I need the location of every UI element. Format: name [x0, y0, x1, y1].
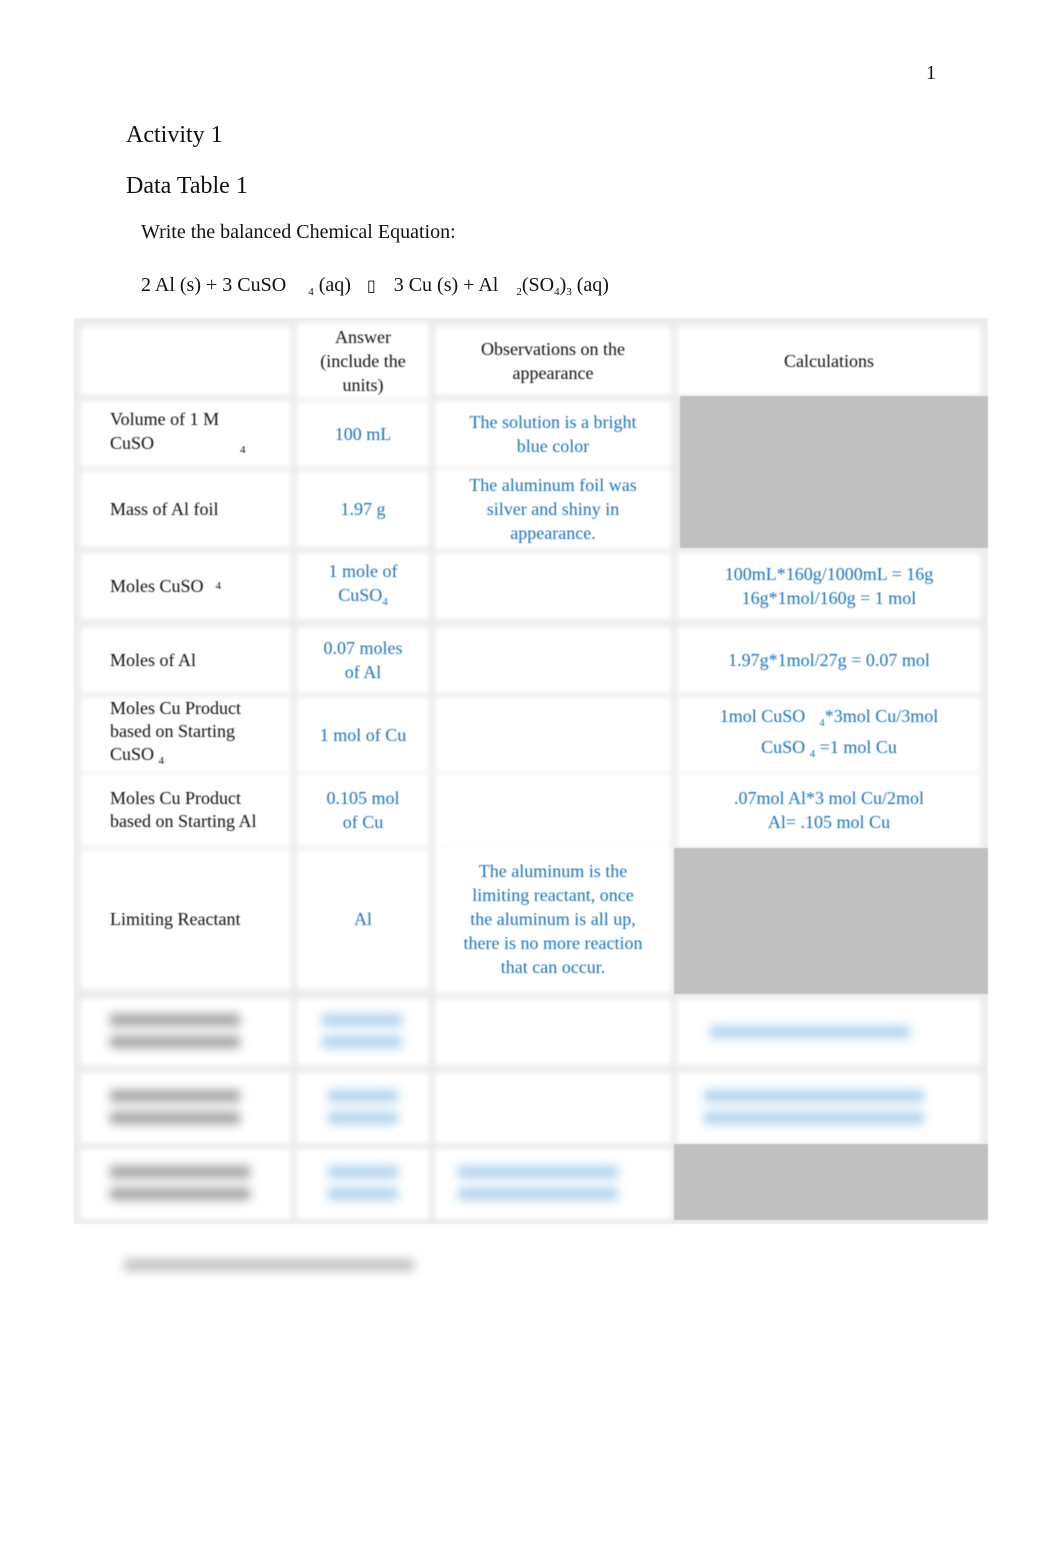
observation-cell: The aluminum foil was silver and shiny i…	[438, 472, 668, 546]
answer-cell: 1 mole of CuSO4	[300, 556, 426, 616]
blurred-calculation	[680, 1076, 978, 1140]
calculation-cell-shaded	[674, 848, 988, 994]
observation-cell-empty	[438, 700, 668, 770]
header-calculations: Calculations	[680, 330, 978, 392]
row-label: Limiting Reactant	[84, 852, 288, 986]
subscript: 4	[215, 580, 222, 592]
blurred-row-label	[84, 1152, 288, 1216]
row-label-text: Volume of 1 M CuSO 4	[110, 407, 246, 462]
row-label: Mass of Al foil	[84, 474, 288, 544]
calculation-cell: 1mol CuSO 4*3mol Cu/3mol CuSO 4 =1 mol Cu	[680, 700, 978, 770]
chemical-equation: 2 Al (s) + 3 CuSO 4 (aq) ▯ 3 Cu (s) + Al 2(S…	[141, 274, 609, 298]
label-text: Moles Cu Product based on Starting CuSO	[110, 698, 242, 764]
row-label-text: Moles Cu Product based on Starting CuSO …	[110, 697, 270, 773]
calculation-line: 100mL*160g/1000mL = 16g	[724, 564, 934, 584]
blurred-empty	[438, 1076, 668, 1140]
header-observations: Observations on the appearance	[438, 330, 668, 392]
equation-products: (SO	[521, 274, 555, 296]
data-table: Answer (include the units) Observations …	[74, 318, 988, 1224]
calculation-text: 100mL*160g/1000mL = 16g 16g*1mol/160g = 1…	[725, 562, 933, 610]
observation-cell: The solution is a bright blue color	[438, 404, 668, 464]
row-label: Moles of Al	[84, 630, 288, 690]
subscript: 4	[240, 443, 246, 456]
header-empty-cell	[84, 330, 288, 392]
row-label: Moles Cu Product based on Starting Al	[84, 776, 288, 844]
calc-part: 1mol CuSO	[719, 706, 806, 726]
answer-cell: 0.105 mol of Cu	[300, 776, 426, 844]
label-text: Moles Cu Product based on Starting Al	[110, 788, 257, 831]
calculation-cell: 100mL*160g/1000mL = 16g 16g*1mol/160g = 1…	[680, 556, 978, 616]
activity-heading: Activity 1	[126, 122, 223, 148]
answer-text: 0.105 mol of Cu	[326, 788, 400, 832]
blurred-row-label	[84, 1002, 288, 1062]
equation-reactants: 2 Al (s) + 3 CuSO	[141, 274, 287, 296]
label-text: Moles CuSO	[110, 576, 204, 596]
table-heading: Data Table 1	[126, 173, 248, 199]
blurred-answer	[300, 1002, 426, 1062]
calculation-cell-shaded	[674, 1144, 988, 1220]
answer-cell: 0.07 moles of Al	[300, 630, 426, 690]
answer-cell: 100 mL	[300, 404, 426, 464]
row-label: Moles CuSO 4	[84, 556, 288, 616]
calc-part: =1 mol Cu	[815, 737, 897, 757]
page-number: 1	[926, 62, 936, 84]
equation-products: 3 Cu (s) + Al	[393, 274, 499, 296]
reaction-arrow-icon: ▯	[366, 276, 376, 295]
calculation-cell-shaded	[680, 472, 988, 548]
observation-cell: The aluminum is the limiting reactant, o…	[438, 848, 668, 990]
answer-cell: Al	[300, 852, 426, 986]
calculation-cell-shaded	[680, 396, 988, 472]
observation-cell-empty	[438, 630, 668, 690]
calculation-line: 16g*1mol/160g = 1 mol	[741, 588, 917, 608]
subscript: 4	[382, 595, 388, 608]
row-label: Moles Cu Product based on Starting CuSO …	[84, 697, 288, 773]
observation-cell-empty	[438, 556, 668, 616]
label-text: Volume of 1 M CuSO	[110, 408, 220, 453]
answer-text: 1 mole of CuSO4	[313, 559, 413, 614]
observation-text: The solution is a bright blue color	[469, 412, 637, 456]
blurred-footer	[124, 1259, 414, 1271]
calculation-cell: 1.97g*1mol/27g = 0.07 mol	[680, 630, 978, 690]
observation-text: The aluminum is the limiting reactant, o…	[463, 861, 643, 977]
equation-state: (aq)	[313, 274, 351, 296]
blurred-observation	[438, 1152, 668, 1216]
row-label: Volume of 1 M CuSO 4	[84, 404, 288, 464]
header-calculations-text: Calculations	[784, 351, 874, 371]
calculation-text: .07mol Al*3 mol Cu/2mol Al= .105 mol Cu	[733, 788, 925, 832]
blurred-row-label	[84, 1076, 288, 1140]
answer-cell: 1 mol of Cu	[300, 700, 426, 770]
header-answer: Answer (include the units)	[300, 326, 426, 396]
calculation-cell: .07mol Al*3 mol Cu/2mol Al= .105 mol Cu	[680, 776, 978, 844]
blurred-calculation	[680, 1002, 978, 1062]
header-answer-text: Answer (include the units)	[320, 327, 406, 395]
observation-text: The aluminum foil was silver and shiny i…	[469, 475, 637, 543]
equation-state: (aq)	[571, 274, 609, 296]
header-observations-text: Observations on the appearance	[481, 339, 625, 383]
subscript: 4	[158, 755, 165, 767]
answer-cell: 1.97 g	[300, 474, 426, 544]
calculation-text: 1mol CuSO 4*3mol Cu/3mol CuSO 4 =1 mol Cu	[709, 704, 949, 766]
observation-cell-empty	[438, 776, 668, 844]
equation-prompt: Write the balanced Chemical Equation:	[141, 221, 456, 243]
blurred-answer	[300, 1152, 426, 1216]
blurred-empty	[438, 1002, 668, 1062]
blurred-answer	[300, 1076, 426, 1140]
answer-text: 0.07 moles of Al	[323, 638, 403, 682]
